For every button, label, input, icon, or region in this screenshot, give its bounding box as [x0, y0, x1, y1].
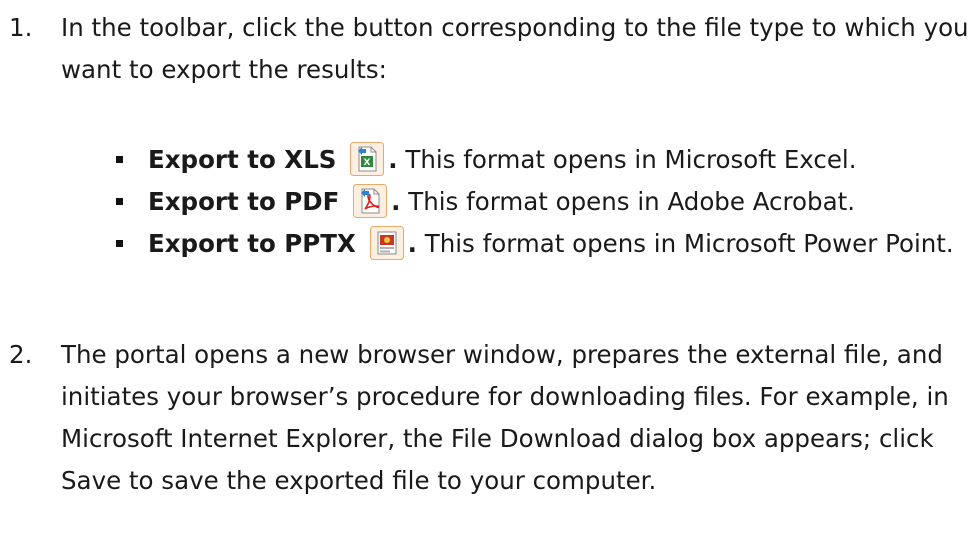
- export-option-description: This format opens in Microsoft Excel.: [397, 145, 857, 174]
- period: .: [388, 145, 398, 174]
- step-text: In the toolbar, click the button corresp…: [61, 13, 969, 84]
- period: .: [407, 229, 417, 258]
- document-page: 1. In the toolbar, click the button corr…: [0, 0, 977, 541]
- step-number: 2.: [9, 340, 33, 369]
- export-option-name: Export to PDF: [148, 187, 340, 216]
- pptx-export-icon[interactable]: [369, 226, 404, 260]
- export-option-name: Export to XLS: [148, 145, 337, 174]
- svg-text:X: X: [364, 158, 371, 168]
- export-option-description: This format opens in Microsoft Power Poi…: [416, 229, 954, 258]
- step-number: 1.: [9, 13, 33, 42]
- export-option-description: This format opens in Adobe Acrobat.: [400, 187, 856, 216]
- pdf-export-icon[interactable]: [353, 184, 388, 218]
- step-text: The portal opens a new browser window, p…: [61, 340, 949, 495]
- bullet-marker: [116, 156, 123, 163]
- bullet-marker: [116, 240, 123, 247]
- bullet-marker: [116, 198, 123, 205]
- export-option-name: Export to PPTX: [148, 229, 356, 258]
- excel-export-icon[interactable]: X: [350, 142, 385, 176]
